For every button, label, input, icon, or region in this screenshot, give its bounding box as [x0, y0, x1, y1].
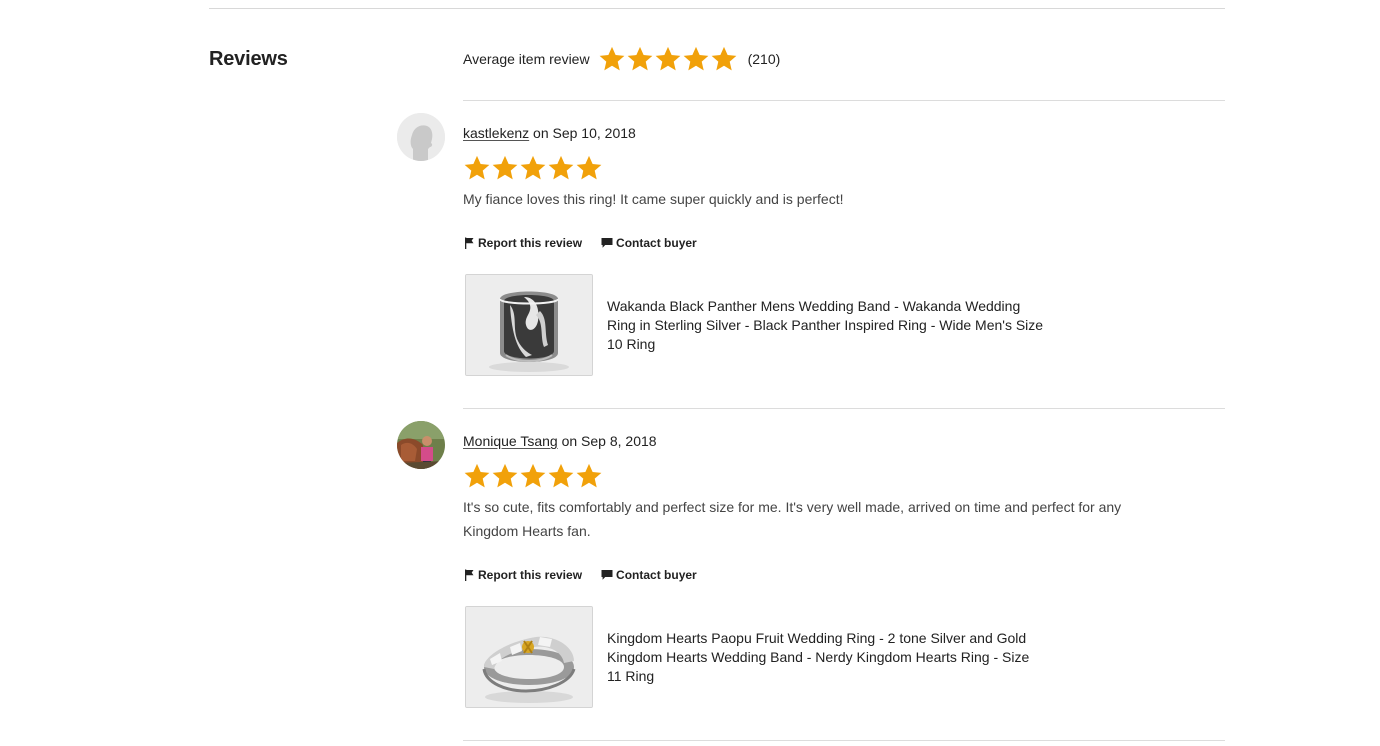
star-icon — [654, 45, 682, 73]
review-count: (210) — [747, 51, 781, 67]
message-icon — [601, 238, 613, 248]
review-rating-stars — [463, 154, 603, 182]
review-date: on Sep 8, 2018 — [561, 433, 657, 449]
average-review-summary: Average item review (210) — [463, 43, 780, 75]
product-title-link[interactable]: Kingdom Hearts Paopu Fruit Wedding Ring … — [607, 629, 1047, 686]
reviewer-avatar[interactable] — [397, 421, 445, 469]
reviewer-name-link[interactable]: Monique Tsang — [463, 433, 558, 449]
star-icon — [547, 462, 575, 490]
average-review-label: Average item review — [463, 51, 590, 67]
review-divider — [463, 408, 1225, 409]
report-review-button[interactable]: Report this review — [463, 236, 582, 250]
average-rating-stars — [598, 45, 738, 73]
star-icon — [575, 462, 603, 490]
contact-buyer-button[interactable]: Contact buyer — [601, 236, 697, 250]
star-icon — [598, 45, 626, 73]
reviewer-name-link[interactable]: kastlekenz — [463, 125, 529, 141]
product-title-link[interactable]: Wakanda Black Panther Mens Wedding Band … — [607, 297, 1047, 354]
star-icon — [710, 45, 738, 73]
star-icon — [519, 154, 547, 182]
star-icon — [626, 45, 654, 73]
report-review-label: Report this review — [478, 568, 583, 582]
review-rating-stars — [463, 462, 603, 490]
star-icon — [547, 154, 575, 182]
review-meta: kastlekenz on Sep 10, 2018 — [463, 125, 636, 141]
contact-buyer-label: Contact buyer — [616, 236, 697, 250]
review-divider — [463, 740, 1225, 741]
message-icon — [601, 570, 613, 580]
review-text: It's so cute, fits comfortably and perfe… — [463, 499, 1122, 539]
review-actions: Report this review Contact buyer — [463, 236, 716, 250]
reviewed-product[interactable]: Kingdom Hearts Paopu Fruit Wedding Ring … — [465, 606, 1047, 708]
contact-buyer-button[interactable]: Contact buyer — [601, 568, 697, 582]
reviewer-avatar[interactable] — [397, 113, 445, 161]
summary-divider — [463, 100, 1225, 101]
reviews-heading: Reviews — [209, 48, 288, 70]
contact-buyer-label: Contact buyer — [616, 568, 697, 582]
review-text: My fiance loves this ring! It came super… — [463, 191, 844, 207]
star-icon — [491, 154, 519, 182]
star-icon — [682, 45, 710, 73]
star-icon — [519, 462, 547, 490]
star-icon — [491, 462, 519, 490]
report-review-label: Report this review — [478, 236, 583, 250]
review-actions: Report this review Contact buyer — [463, 568, 716, 582]
reviews-page: Reviews Average item review (210) kastle… — [0, 0, 1380, 746]
star-icon — [575, 154, 603, 182]
product-thumbnail[interactable] — [465, 274, 593, 376]
reviewed-product[interactable]: Wakanda Black Panther Mens Wedding Band … — [465, 274, 1047, 376]
star-icon — [463, 154, 491, 182]
flag-icon — [465, 237, 474, 249]
report-review-button[interactable]: Report this review — [463, 568, 582, 582]
review-date: on Sep 10, 2018 — [533, 125, 636, 141]
product-thumbnail[interactable] — [465, 606, 593, 708]
review-meta: Monique Tsang on Sep 8, 2018 — [463, 433, 657, 449]
top-divider — [209, 8, 1225, 9]
star-icon — [463, 462, 491, 490]
flag-icon — [465, 569, 474, 581]
